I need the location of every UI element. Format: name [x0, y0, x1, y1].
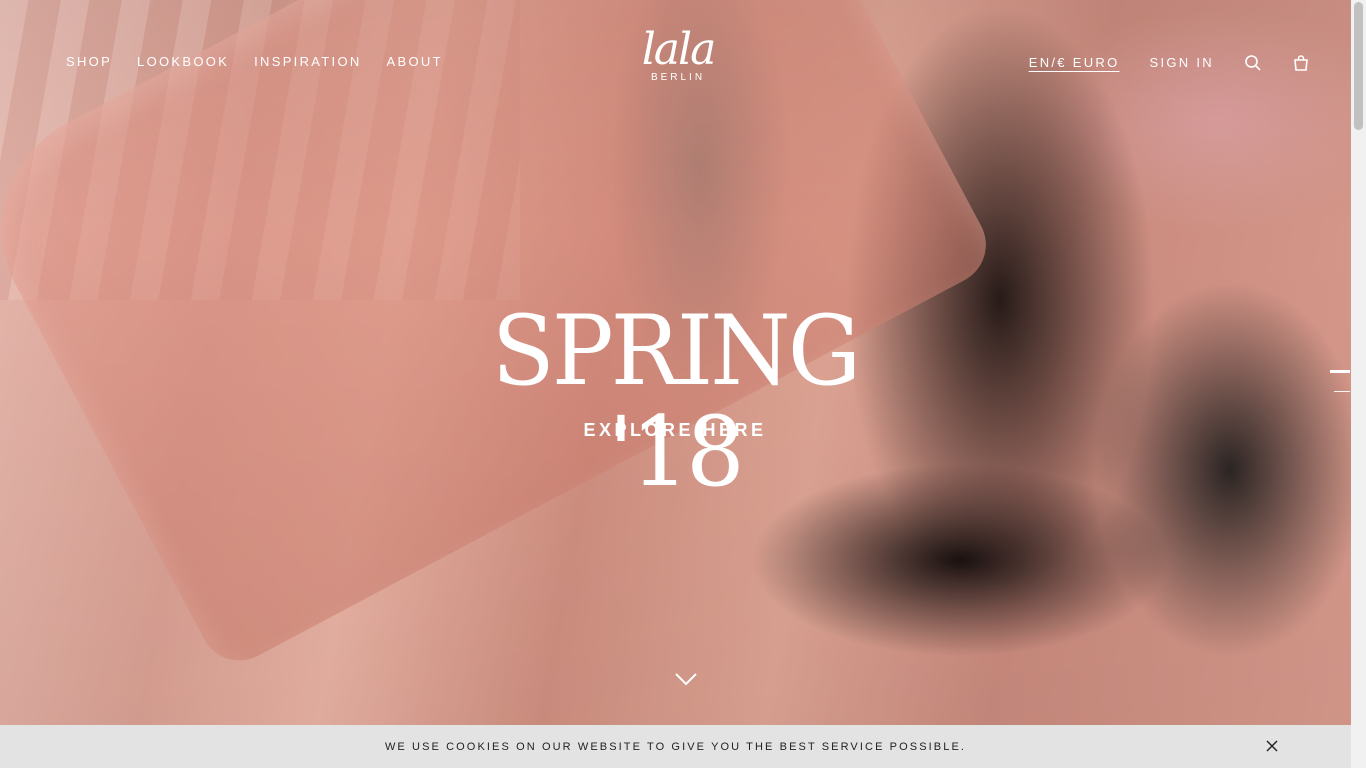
cookie-message: WE USE COOKIES ON OUR WEBSITE TO GIVE YO… — [384, 740, 967, 753]
nav-shop[interactable]: SHOP — [66, 54, 112, 70]
scrollbar-thumb[interactable] — [1354, 2, 1363, 130]
language-currency-selector[interactable]: EN/€ EURO — [1029, 55, 1120, 71]
cookie-bar: WE USE COOKIES ON OUR WEBSITE TO GIVE YO… — [0, 725, 1351, 768]
brand-logo[interactable]: lala BERLIN — [622, 24, 734, 88]
close-icon[interactable] — [1265, 739, 1279, 753]
slide-indicator-inactive[interactable] — [1334, 391, 1350, 392]
slide-indicator — [1330, 370, 1350, 410]
slide-indicator-active[interactable] — [1330, 370, 1350, 373]
hero-headline: SPRING '18 — [491, 294, 862, 509]
utility-nav: EN/€ EURO SIGN IN — [1029, 54, 1310, 72]
nav-inspiration[interactable]: INSPIRATION — [254, 54, 361, 70]
logo-subtitle: BERLIN — [650, 72, 706, 83]
search-icon[interactable] — [1244, 54, 1262, 72]
chevron-down-icon[interactable] — [674, 670, 698, 688]
sign-in-link[interactable]: SIGN IN — [1150, 55, 1215, 71]
page-scrollbar[interactable] — [1351, 0, 1366, 768]
shopping-bag-icon[interactable] — [1292, 54, 1310, 72]
main-nav: SHOP LOOKBOOK INSPIRATION ABOUT — [66, 54, 443, 70]
nav-lookbook[interactable]: LOOKBOOK — [137, 54, 229, 70]
explore-cta-link[interactable]: EXPLORE HERE — [560, 420, 790, 441]
nav-about[interactable]: ABOUT — [387, 54, 443, 70]
logo-script: lala — [641, 24, 717, 75]
